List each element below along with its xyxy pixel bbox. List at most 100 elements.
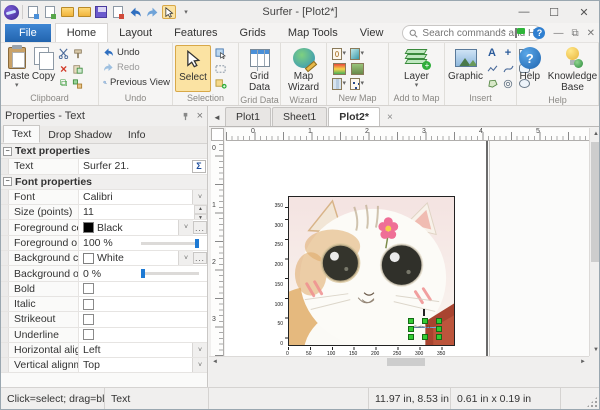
doc-tab-plot2[interactable]: Plot2* <box>328 107 380 126</box>
circle-tool-icon[interactable] <box>501 77 515 90</box>
mdi-minimize-icon[interactable]: — <box>553 28 563 39</box>
vertical-alignment-select[interactable]: Top ˅ <box>79 358 207 372</box>
post-map-icon[interactable]: ▾ <box>350 77 364 90</box>
paste-special-icon[interactable] <box>71 62 85 75</box>
tab-map-tools[interactable]: Map Tools <box>277 24 349 42</box>
surfer-logo-icon[interactable] <box>4 5 19 20</box>
spinner-icons[interactable]: ▲▼ <box>194 205 207 219</box>
select-area-icon[interactable] <box>214 62 228 75</box>
selection-handle[interactable] <box>436 318 442 324</box>
vertical-scroll-thumb[interactable] <box>591 142 600 262</box>
math-text-icon[interactable]: Σ <box>192 160 206 172</box>
chevron-down-icon[interactable]: ˅ <box>192 190 207 204</box>
horizontal-alignment-select[interactable]: Left ˅ <box>79 343 207 357</box>
foreground-opacity-slider[interactable]: 100 % <box>79 236 207 250</box>
size-stepper[interactable]: 11 ▲▼ <box>79 205 207 219</box>
collapse-icon[interactable]: − <box>3 177 12 186</box>
vertical-ruler[interactable]: 0 1 2 3 4 <box>211 141 224 356</box>
select-tool-icon[interactable] <box>162 5 176 19</box>
tab-view[interactable]: View <box>349 24 395 42</box>
tab-scroll-left-icon[interactable]: ◄ <box>209 113 225 126</box>
font-select[interactable]: Calibri ˅ <box>79 190 207 204</box>
help-icon[interactable]: ? <box>533 27 545 39</box>
open-recent-icon[interactable] <box>77 5 91 19</box>
collapse-icon[interactable]: − <box>3 147 12 156</box>
previous-view-button[interactable]: Previous View <box>103 75 170 90</box>
selection-handle[interactable] <box>422 318 428 324</box>
horizontal-ruler[interactable]: 0 1 2 3 4 5 <box>226 128 589 141</box>
copy-properties-icon[interactable]: ⧉ <box>57 77 71 90</box>
chevron-down-icon[interactable]: ˅ <box>192 343 207 357</box>
base-map-icon[interactable] <box>350 62 364 75</box>
panel-close-icon[interactable]: × <box>197 110 203 122</box>
minimize-button[interactable]: — <box>509 1 539 23</box>
layer-button[interactable]: Layer ▾ <box>403 45 430 92</box>
chevron-down-icon[interactable]: ˅ <box>178 251 193 265</box>
vertical-scrollbar[interactable]: ▲ ▼ <box>589 128 600 356</box>
chevron-down-icon[interactable]: ˅ <box>178 220 193 234</box>
selection-handle[interactable] <box>436 334 442 340</box>
pin-icon[interactable] <box>181 112 190 121</box>
new-worksheet-icon[interactable] <box>43 5 57 19</box>
map-wizard-button[interactable]: Map Wizard <box>287 45 320 94</box>
selection-handle[interactable] <box>436 326 442 332</box>
selected-text-object[interactable]: Surfer 21. <box>408 316 442 340</box>
collapse-ribbon-icon[interactable]: ⌃ <box>500 28 508 39</box>
section-font-properties[interactable]: − Font properties <box>1 175 207 190</box>
more-options-button[interactable]: ... <box>193 221 207 233</box>
doc-tab-close-icon[interactable]: × <box>385 112 395 126</box>
redo-button[interactable]: Redo <box>103 60 170 75</box>
new-plot-icon[interactable] <box>26 5 40 19</box>
scroll-down-icon[interactable]: ▼ <box>590 344 600 356</box>
surface-3d-icon[interactable]: ▾ <box>350 47 364 60</box>
select-all-icon[interactable] <box>214 77 228 90</box>
spline-tool-icon[interactable] <box>501 62 515 75</box>
copy-button[interactable]: Copy <box>31 45 57 92</box>
undo-icon[interactable] <box>128 5 142 19</box>
qat-menu-icon[interactable]: ▾ <box>179 5 193 19</box>
undo-button[interactable]: Undo <box>103 45 170 60</box>
base-map-image[interactable]: Surfer 21. <box>288 196 455 346</box>
text-tool-icon[interactable]: A <box>485 47 499 60</box>
grid-values-icon[interactable]: ▾ <box>332 77 346 90</box>
grid-data-button[interactable]: Grid Data <box>247 45 273 94</box>
maximize-button[interactable]: ☐ <box>539 1 569 23</box>
bold-checkbox[interactable] <box>83 283 94 294</box>
background-color-select[interactable]: White ˅ ... <box>79 251 207 265</box>
redo-icon[interactable] <box>145 5 159 19</box>
close-button[interactable]: ✕ <box>569 1 599 23</box>
selection-handle[interactable] <box>422 334 428 340</box>
ptab-info[interactable]: Info <box>120 127 154 143</box>
mdi-restore-icon[interactable]: ⧉ <box>571 28 578 39</box>
horizontal-scrollbar[interactable]: ◄ ► <box>209 356 589 367</box>
knowledge-base-button[interactable]: Knowledge Base <box>547 45 598 94</box>
flag-icon[interactable] <box>515 28 525 38</box>
export-icon[interactable] <box>111 5 125 19</box>
polyline-tool-icon[interactable] <box>485 62 499 75</box>
text-value-field[interactable]: Surfer 21. Σ <box>79 159 207 173</box>
chevron-down-icon[interactable]: ˅ <box>192 358 207 372</box>
tab-features[interactable]: Features <box>163 24 228 42</box>
select-block-icon[interactable] <box>214 47 228 60</box>
underline-checkbox[interactable] <box>83 329 94 340</box>
slider-thumb[interactable] <box>195 239 199 248</box>
polygon-tool-icon[interactable] <box>485 77 499 90</box>
horizontal-scroll-thumb[interactable] <box>387 358 425 366</box>
ptab-text[interactable]: Text <box>3 125 40 143</box>
ptab-drop-shadow[interactable]: Drop Shadow <box>40 127 120 143</box>
tab-home[interactable]: Home <box>55 23 108 42</box>
format-painter-icon[interactable] <box>71 47 85 60</box>
delete-icon[interactable]: × <box>57 62 71 75</box>
more-options-button[interactable]: ... <box>193 252 207 264</box>
mdi-close-icon[interactable]: ✕ <box>587 28 595 39</box>
selection-handle[interactable] <box>408 318 414 324</box>
resize-grip[interactable] <box>586 396 598 408</box>
selection-handle[interactable] <box>408 334 414 340</box>
foreground-color-select[interactable]: Black ˅ ... <box>79 220 207 234</box>
select-button[interactable]: Select <box>175 45 211 92</box>
background-opacity-slider[interactable]: 0 % <box>79 266 207 280</box>
symbol-tool-icon[interactable]: + <box>501 47 515 60</box>
italic-checkbox[interactable] <box>83 299 94 310</box>
paste-button[interactable]: Paste ▾ <box>3 45 31 92</box>
help-button[interactable]: ? Help <box>517 45 543 94</box>
